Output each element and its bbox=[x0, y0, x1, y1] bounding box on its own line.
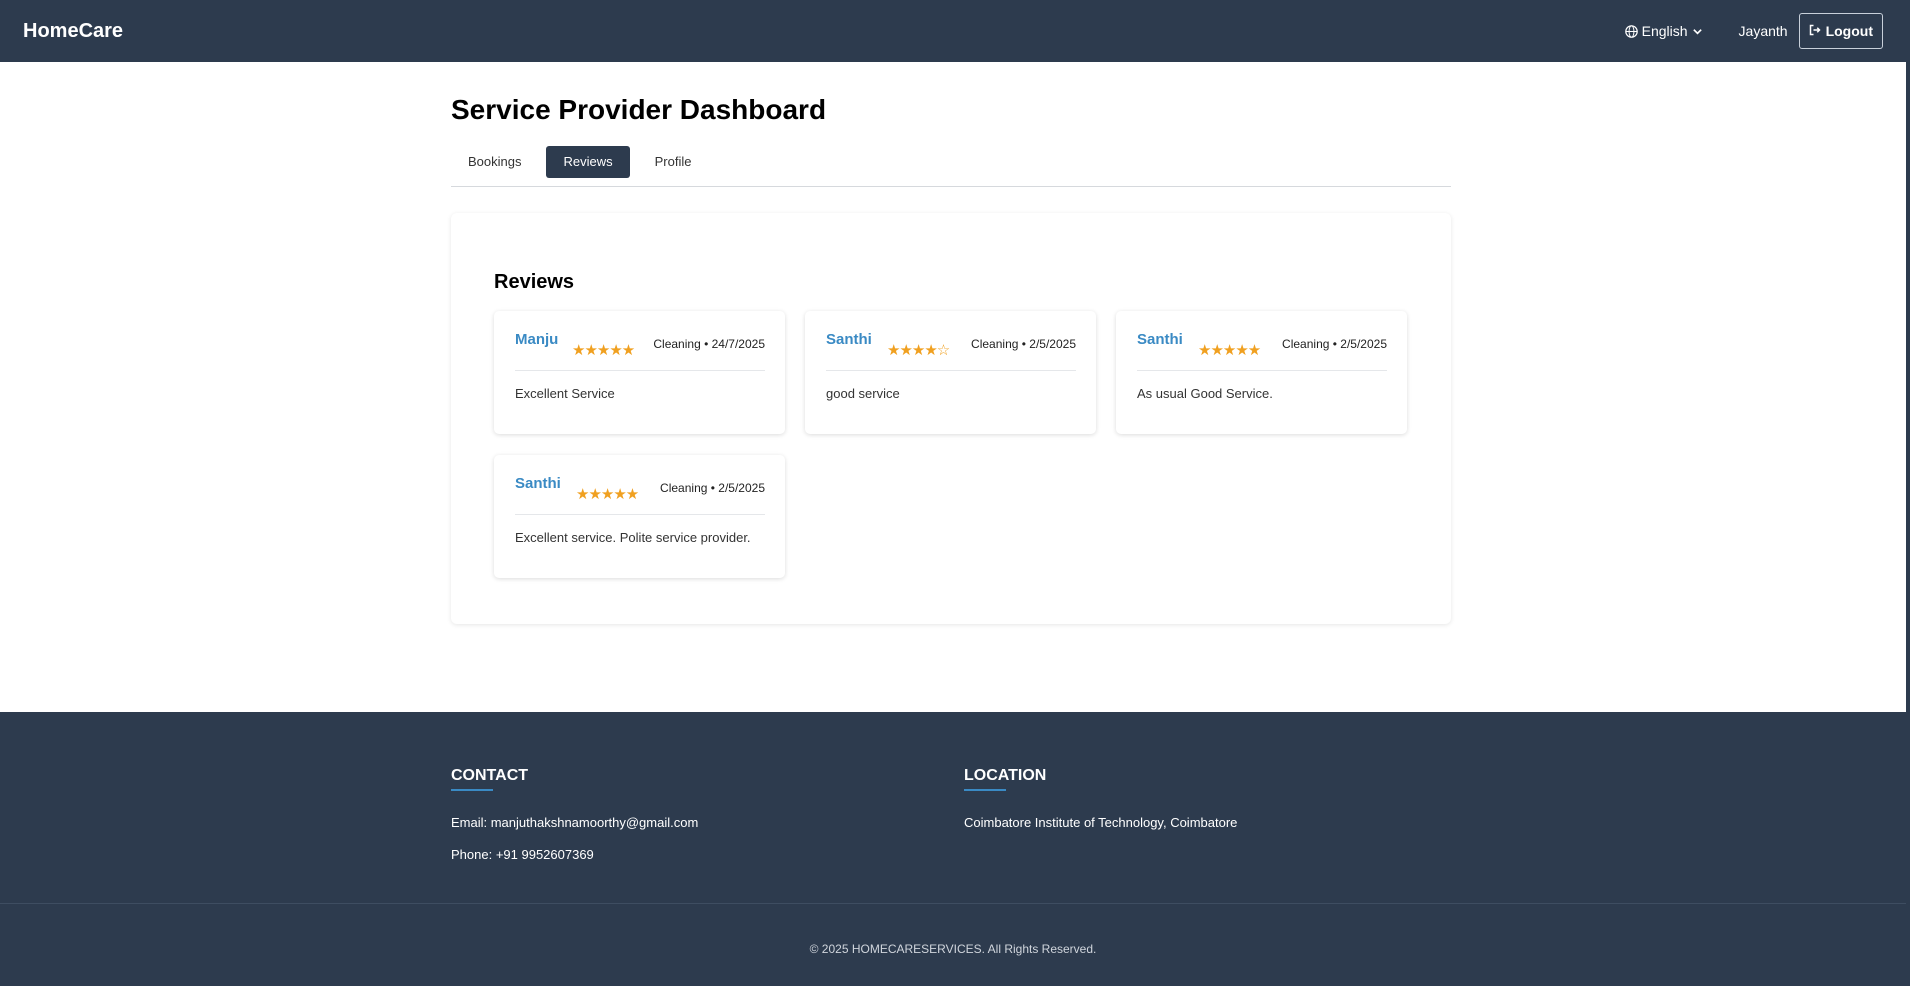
tab-bookings[interactable]: Bookings bbox=[451, 146, 538, 178]
review-comment: Excellent Service bbox=[515, 386, 615, 401]
review-comment: As usual Good Service. bbox=[1137, 386, 1273, 401]
logout-label: Logout bbox=[1825, 23, 1873, 39]
review-card: Manju ★★★★★ Cleaning • 24/7/2025 Excelle… bbox=[494, 311, 785, 434]
language-label: English bbox=[1641, 23, 1688, 39]
review-meta: Cleaning • 2/5/2025 bbox=[1282, 337, 1387, 351]
page-title: Service Provider Dashboard bbox=[451, 94, 827, 125]
review-card: Santhi ★★★★★ Cleaning • 2/5/2025 Excelle… bbox=[494, 455, 785, 578]
tab-profile[interactable]: Profile bbox=[638, 146, 709, 178]
review-comment: Excellent service. Polite service provid… bbox=[515, 530, 751, 545]
dashboard-tabs: Bookings Reviews Profile bbox=[451, 146, 1451, 187]
review-meta: Cleaning • 2/5/2025 bbox=[971, 337, 1076, 351]
main-content: Service Provider Dashboard Bookings Revi… bbox=[451, 62, 1451, 624]
reviews-grid: Manju ★★★★★ Cleaning • 24/7/2025 Excelle… bbox=[494, 311, 1407, 578]
scrollbar[interactable] bbox=[1906, 0, 1910, 986]
navbar-right: English Jayanth Logout bbox=[1624, 13, 1883, 49]
footer-location: LOCATION Coimbatore Institute of Technol… bbox=[964, 767, 1237, 830]
location-heading: LOCATION bbox=[964, 767, 1237, 791]
reviewer-name: Santhi bbox=[826, 331, 872, 348]
location-address: Coimbatore Institute of Technology, Coim… bbox=[964, 815, 1238, 830]
review-card-header: Santhi ★★★★★ Cleaning • 2/5/2025 bbox=[1137, 327, 1387, 371]
review-card-header: Santhi ★★★★☆ Cleaning • 2/5/2025 bbox=[826, 327, 1076, 371]
brand-logo[interactable]: HomeCare bbox=[23, 20, 123, 43]
globe-icon bbox=[1624, 24, 1638, 38]
reviewer-name: Santhi bbox=[1137, 331, 1183, 348]
copyright-text: © 2025 HOMECARESERVICES. All Rights Rese… bbox=[809, 942, 1097, 956]
reviews-heading: Reviews bbox=[494, 271, 575, 293]
review-meta: Cleaning • 2/5/2025 bbox=[660, 481, 765, 495]
reviewer-name: Manju bbox=[515, 331, 559, 348]
review-card: Santhi ★★★★★ Cleaning • 2/5/2025 As usua… bbox=[1116, 311, 1407, 434]
language-selector[interactable]: English bbox=[1624, 23, 1703, 39]
footer-divider bbox=[0, 903, 1906, 904]
user-name: Jayanth bbox=[1738, 23, 1788, 39]
contact-email: Email: manjuthakshnamoorthy@gmail.com bbox=[451, 815, 699, 830]
star-rating: ★★★★★ bbox=[576, 486, 639, 503]
star-rating: ★★★★★ bbox=[1198, 342, 1261, 359]
review-comment: good service bbox=[826, 386, 900, 401]
contact-heading: CONTACT bbox=[451, 767, 698, 791]
review-card-header: Santhi ★★★★★ Cleaning • 2/5/2025 bbox=[515, 471, 765, 515]
review-card-header: Manju ★★★★★ Cleaning • 24/7/2025 bbox=[515, 327, 765, 371]
top-navbar: HomeCare English Jayanth Logout bbox=[0, 0, 1906, 62]
review-meta: Cleaning • 24/7/2025 bbox=[653, 337, 765, 351]
star-rating: ★★★★☆ bbox=[887, 342, 950, 359]
star-rating: ★★★★★ bbox=[572, 342, 635, 359]
logout-icon bbox=[1809, 23, 1821, 39]
tab-reviews[interactable]: Reviews bbox=[546, 146, 630, 178]
contact-phone: Phone: +91 9952607369 bbox=[451, 847, 594, 862]
reviewer-name: Santhi bbox=[515, 475, 561, 492]
reviews-panel: Reviews Manju ★★★★★ Cleaning • 24/7/2025… bbox=[451, 213, 1451, 624]
footer-contact: CONTACT Email: manjuthakshnamoorthy@gmai… bbox=[451, 767, 698, 862]
chevron-down-icon bbox=[1692, 26, 1703, 37]
site-footer: CONTACT Email: manjuthakshnamoorthy@gmai… bbox=[0, 712, 1906, 986]
review-card: Santhi ★★★★☆ Cleaning • 2/5/2025 good se… bbox=[805, 311, 1096, 434]
logout-button[interactable]: Logout bbox=[1798, 13, 1883, 49]
